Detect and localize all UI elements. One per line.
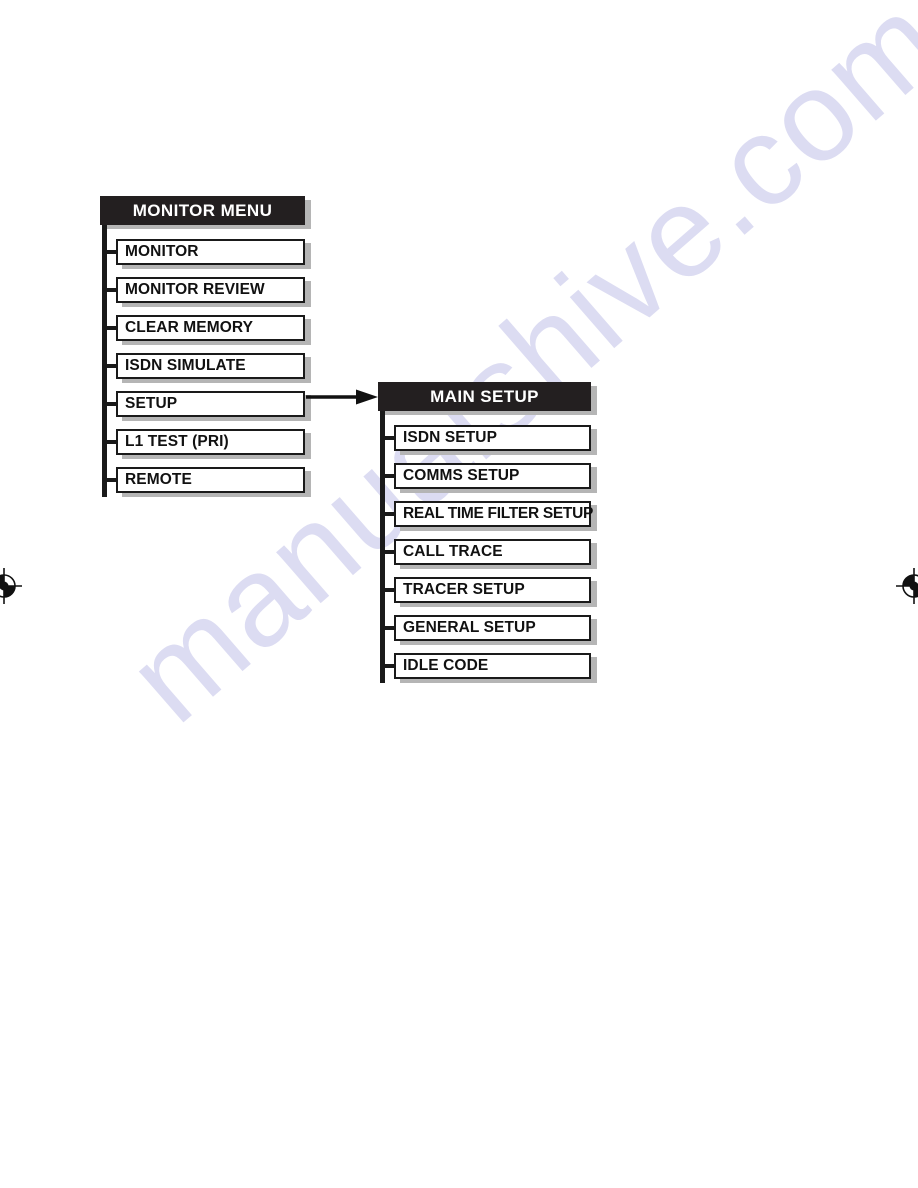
- item-box[interactable]: TRACER SETUP: [394, 577, 591, 603]
- main-setup-title: MAIN SETUP: [430, 386, 539, 406]
- item-box[interactable]: MONITOR REVIEW: [116, 277, 305, 303]
- menu-item-label: CLEAR MEMORY: [125, 319, 254, 336]
- menu-item-label: GENERAL SETUP: [403, 619, 536, 636]
- header-box: MONITOR MENU: [100, 196, 305, 225]
- item-box[interactable]: MONITOR: [116, 239, 305, 265]
- item-box[interactable]: L1 TEST (PRI): [116, 429, 305, 455]
- arrow-right-icon: [306, 389, 380, 410]
- registration-mark-left-icon: [0, 568, 22, 609]
- main-setup-trunk: [380, 411, 385, 683]
- item-box[interactable]: REAL TIME FILTER SETUP: [394, 501, 594, 527]
- page-canvas: manualshive.com MONITOR MENU MONITOR MON…: [0, 0, 918, 1188]
- item-box[interactable]: ISDN SETUP: [394, 425, 591, 451]
- menu-item-label: CALL TRACE: [403, 543, 503, 560]
- monitor-menu-title: MONITOR MENU: [132, 200, 273, 220]
- item-box[interactable]: CALL TRACE: [394, 539, 591, 565]
- menu-item-label: ISDN SIMULATE: [125, 357, 246, 374]
- menu-item-label: COMMS SETUP: [403, 467, 520, 484]
- item-box[interactable]: GENERAL SETUP: [394, 615, 591, 641]
- menu-item-label: L1 TEST (PRI): [125, 433, 229, 450]
- item-box[interactable]: IDLE CODE: [394, 653, 591, 679]
- item-box[interactable]: SETUP: [116, 391, 305, 417]
- item-box[interactable]: ISDN SIMULATE: [116, 353, 305, 379]
- item-box[interactable]: REMOTE: [116, 467, 305, 493]
- item-box[interactable]: CLEAR MEMORY: [116, 315, 305, 341]
- menu-item-label: SETUP: [125, 395, 178, 412]
- header-box: MAIN SETUP: [378, 382, 591, 411]
- menu-item-label: REAL TIME FILTER SETUP: [403, 505, 594, 522]
- menu-item-label: IDLE CODE: [403, 657, 489, 674]
- menu-item-label: REMOTE: [125, 471, 192, 488]
- menu-item-label: MONITOR: [125, 243, 199, 260]
- menu-item-label: TRACER SETUP: [403, 581, 525, 598]
- registration-mark-right-icon: [896, 568, 918, 609]
- menu-item-label: ISDN SETUP: [403, 429, 498, 446]
- menu-item-label: MONITOR REVIEW: [125, 281, 265, 298]
- item-box[interactable]: COMMS SETUP: [394, 463, 591, 489]
- monitor-menu-trunk: [102, 225, 107, 497]
